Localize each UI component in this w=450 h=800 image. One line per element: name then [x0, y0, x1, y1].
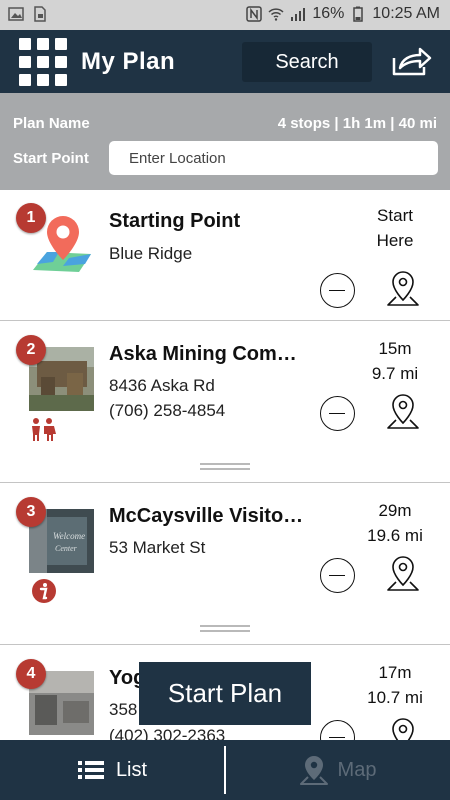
stop-time-value: 15m — [378, 339, 412, 358]
svg-text:Center: Center — [55, 544, 78, 553]
remove-stop-button[interactable] — [320, 273, 355, 308]
stop-address: Blue Ridge — [109, 244, 193, 263]
tab-list[interactable]: List — [0, 740, 225, 800]
page-title: My Plan — [81, 48, 176, 75]
stop-address: 8436 Aska Rd — [109, 376, 215, 395]
start-location-input[interactable] — [109, 141, 438, 175]
stop-card[interactable]: 2 Aska Mining Com… 8436 Aska Rd (706) 25… — [0, 321, 450, 483]
app-bar: My Plan Search — [0, 30, 450, 93]
remove-stop-button[interactable] — [320, 396, 355, 431]
stop-distance: Here — [376, 231, 414, 250]
stop-time: 17m 10.7 mi — [340, 660, 450, 710]
drag-handle[interactable] — [200, 625, 250, 633]
grid-menu-icon[interactable] — [19, 38, 67, 86]
stop-name: McCaysville Visito… — [109, 505, 304, 527]
remove-stop-button[interactable] — [320, 558, 355, 593]
start-point-label: Start Point — [13, 150, 89, 167]
stop-name: Aska Mining Com… — [109, 343, 297, 365]
stop-distance: 10.7 mi — [367, 688, 423, 707]
stop-phone[interactable]: (402) 302-2363 — [109, 726, 225, 740]
search-button[interactable]: Search — [242, 42, 372, 82]
stop-time: 15m 9.7 mi — [340, 336, 450, 386]
stop-number-badge: 4 — [16, 659, 46, 689]
stop-name: Starting Point — [109, 210, 241, 232]
tab-list-label: List — [115, 758, 148, 781]
remove-stop-button[interactable] — [320, 720, 355, 740]
stop-list[interactable]: 1 Starting Point Blue Ridge Start Here 2 — [0, 190, 450, 740]
start-plan-button[interactable]: Start Plan — [139, 662, 311, 725]
plan-stats: 4 stops | 1h 1m | 40 mi — [277, 115, 437, 132]
battery-percent: 16% — [312, 5, 345, 22]
stop-card[interactable]: 1 Starting Point Blue Ridge Start Here — [0, 190, 450, 321]
bottom-nav: List Map — [0, 740, 450, 800]
list-icon — [77, 761, 104, 779]
svg-text:Welcome: Welcome — [53, 531, 85, 541]
sim-icon — [34, 6, 46, 22]
stop-time-value: 29m — [378, 501, 412, 520]
stop-time: 29m 19.6 mi — [340, 498, 450, 548]
stop-time: Start Here — [340, 203, 450, 253]
stop-number-badge: 3 — [16, 497, 46, 527]
location-pin-icon[interactable] — [385, 717, 421, 740]
stop-address: 358 — [109, 700, 138, 719]
nfc-icon — [246, 6, 263, 22]
battery-icon — [353, 6, 364, 22]
stop-distance: 19.6 mi — [367, 526, 423, 545]
plan-name-label: Plan Name — [13, 115, 90, 132]
stop-number-badge: 2 — [16, 335, 46, 365]
map-pin-icon — [299, 756, 328, 785]
share-icon[interactable] — [390, 44, 432, 78]
stop-phone[interactable]: (706) 258-4854 — [109, 401, 225, 421]
info-icon[interactable] — [31, 578, 57, 604]
tab-map[interactable]: Map — [226, 740, 450, 800]
family-icon — [32, 418, 56, 441]
signal-icon — [291, 8, 306, 21]
wifi-icon — [268, 8, 284, 21]
location-pin-icon[interactable] — [385, 270, 421, 308]
status-bar: 16% 10:25 AM — [0, 0, 450, 30]
tab-map-label: Map — [337, 758, 377, 781]
clock: 10:25 AM — [372, 5, 440, 22]
stop-number-badge: 1 — [16, 203, 46, 233]
plan-bar: Plan Name 4 stops | 1h 1m | 40 mi Start … — [0, 93, 450, 190]
location-pin-icon[interactable] — [385, 393, 421, 431]
stop-address: 53 Market St — [109, 538, 206, 557]
stop-distance: 9.7 mi — [371, 364, 419, 383]
stop-time-value: Start — [377, 206, 413, 225]
drag-handle[interactable] — [200, 463, 250, 471]
location-pin-icon[interactable] — [385, 555, 421, 593]
stop-time-value: 17m — [378, 663, 412, 682]
stop-card[interactable]: 3 Welcome Center McCaysville Visito… 53 … — [0, 483, 450, 645]
gallery-icon — [8, 7, 24, 21]
